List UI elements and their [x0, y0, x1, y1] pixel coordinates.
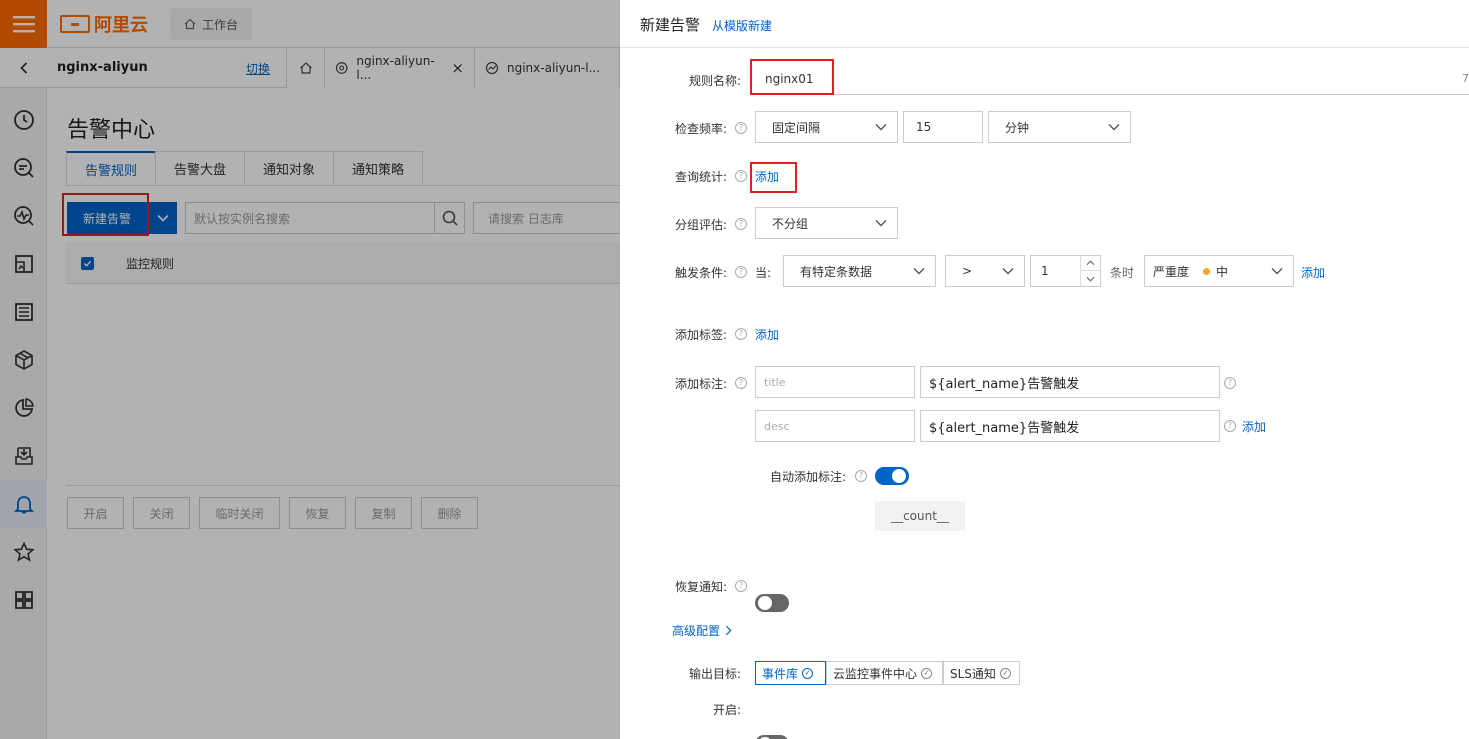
group-label: 分组评估: [674, 218, 727, 232]
trigger-when-label: 当: [755, 266, 772, 280]
help-icon[interactable]: ? [735, 218, 747, 230]
auto-tag-chip: __count__ [875, 501, 965, 531]
auto-annotation-toggle[interactable] [875, 467, 909, 485]
chevron-down-icon [1108, 124, 1120, 131]
help-icon[interactable]: ? [1224, 377, 1236, 389]
toggle-knob [892, 469, 906, 483]
input-value: ${alert_name}告警触发 [929, 420, 1080, 436]
select-value: 固定间隔 [772, 120, 821, 135]
severity-dot [1203, 267, 1211, 275]
from-template-link[interactable]: 从模版新建 [712, 17, 772, 34]
enable-toggle[interactable] [755, 735, 789, 739]
decrement-button[interactable] [1080, 271, 1100, 286]
output-cloudmonitor[interactable]: 云监控事件中心 ✓ [826, 661, 943, 685]
annotation-value-input[interactable]: ${alert_name}告警触发 [920, 410, 1220, 442]
trigger-operator-select[interactable]: > [945, 255, 1025, 287]
chevron-up-icon [1086, 260, 1095, 266]
check-circle-icon: ✓ [999, 667, 1011, 679]
help-icon[interactable]: ? [735, 377, 747, 389]
input-value: ${alert_name}告警触发 [929, 376, 1080, 392]
severity-select[interactable]: 严重度 中 [1144, 255, 1294, 287]
highlight-box [750, 59, 834, 95]
chevron-down-icon [1271, 268, 1283, 275]
help-icon[interactable]: ? [855, 470, 867, 482]
help-icon[interactable]: ? [735, 266, 747, 278]
output-label: 输出目标: [688, 667, 741, 681]
annotation-key-input[interactable]: desc [755, 410, 915, 442]
advanced-label: 高级配置 [672, 624, 721, 638]
chevron-down-icon [913, 268, 925, 275]
trigger-condition-select[interactable]: 有特定条数据 [783, 255, 936, 287]
output-label-text: 云监控事件中心 [833, 666, 918, 681]
severity-display: 严重度 中 [1153, 263, 1228, 280]
tag-add-link[interactable]: 添加 [755, 326, 779, 343]
chevron-down-icon [875, 220, 887, 227]
toggle-knob [758, 596, 772, 610]
advanced-config-link[interactable]: 高级配置 [672, 622, 732, 639]
annotation-label: 添加标注: [674, 377, 727, 391]
chevron-down-icon [1002, 268, 1014, 275]
panel-title: 新建告警 [640, 16, 701, 34]
input-value: title [764, 375, 786, 389]
trigger-add-link[interactable]: 添加 [1301, 264, 1325, 281]
chevron-down-icon [875, 124, 887, 131]
annotation-value-input[interactable]: ${alert_name}告警触发 [920, 366, 1220, 398]
input-value: 15 [916, 120, 932, 134]
input-value: 1 [1041, 264, 1049, 278]
recover-label: 恢复通知: [674, 580, 727, 594]
output-label-text: SLS通知 [950, 666, 996, 681]
check-freq-value-input[interactable]: 15 [903, 111, 983, 143]
input-value: desc [764, 419, 790, 433]
help-icon[interactable]: ? [1224, 420, 1236, 432]
divider [620, 47, 1469, 48]
output-label-text: 事件库 [762, 666, 799, 681]
select-value: 分钟 [1005, 120, 1030, 135]
increment-button[interactable] [1080, 256, 1100, 271]
modal-overlay[interactable] [0, 0, 620, 739]
help-icon[interactable]: ? [735, 580, 747, 592]
output-event-store[interactable]: 事件库 ✓ [755, 661, 826, 685]
help-icon[interactable]: ? [735, 122, 747, 134]
chevron-down-icon [1086, 276, 1095, 282]
select-value: > [962, 264, 973, 278]
annotation-add-link[interactable]: 添加 [1242, 418, 1266, 435]
auto-annotation-label: 自动添加标注: [769, 470, 846, 484]
chevron-right-icon [725, 625, 732, 636]
trigger-label: 触发条件: [674, 266, 727, 280]
select-value: 不分组 [772, 216, 809, 231]
highlight-box [750, 162, 797, 193]
check-freq-label: 检查频率: [674, 122, 727, 136]
help-icon[interactable]: ? [735, 170, 747, 182]
trigger-unit-label: 条时 [1110, 266, 1135, 280]
tag-label: 添加标签: [674, 328, 727, 342]
char-counter: 7 [1462, 72, 1469, 85]
check-circle-icon: ✓ [921, 667, 933, 679]
select-value: 有特定条数据 [800, 264, 873, 279]
severity-label: 严重度 [1153, 264, 1190, 279]
rule-name-label: 规则名称: [688, 74, 741, 88]
group-select[interactable]: 不分组 [755, 207, 898, 239]
rule-name-input[interactable]: nginx01 [755, 63, 1469, 95]
help-icon[interactable]: ? [735, 328, 747, 340]
output-sls-notify[interactable]: SLS通知 ✓ [943, 661, 1020, 685]
check-circle-icon: ✓ [802, 667, 814, 679]
check-freq-unit-select[interactable]: 分钟 [988, 111, 1131, 143]
enable-label: 开启: [712, 703, 741, 717]
severity-value: 中 [1216, 264, 1229, 279]
query-label: 查询统计: [674, 170, 727, 184]
annotation-key-input[interactable]: title [755, 366, 915, 398]
check-freq-type-select[interactable]: 固定间隔 [755, 111, 898, 143]
recover-toggle[interactable] [755, 594, 789, 612]
